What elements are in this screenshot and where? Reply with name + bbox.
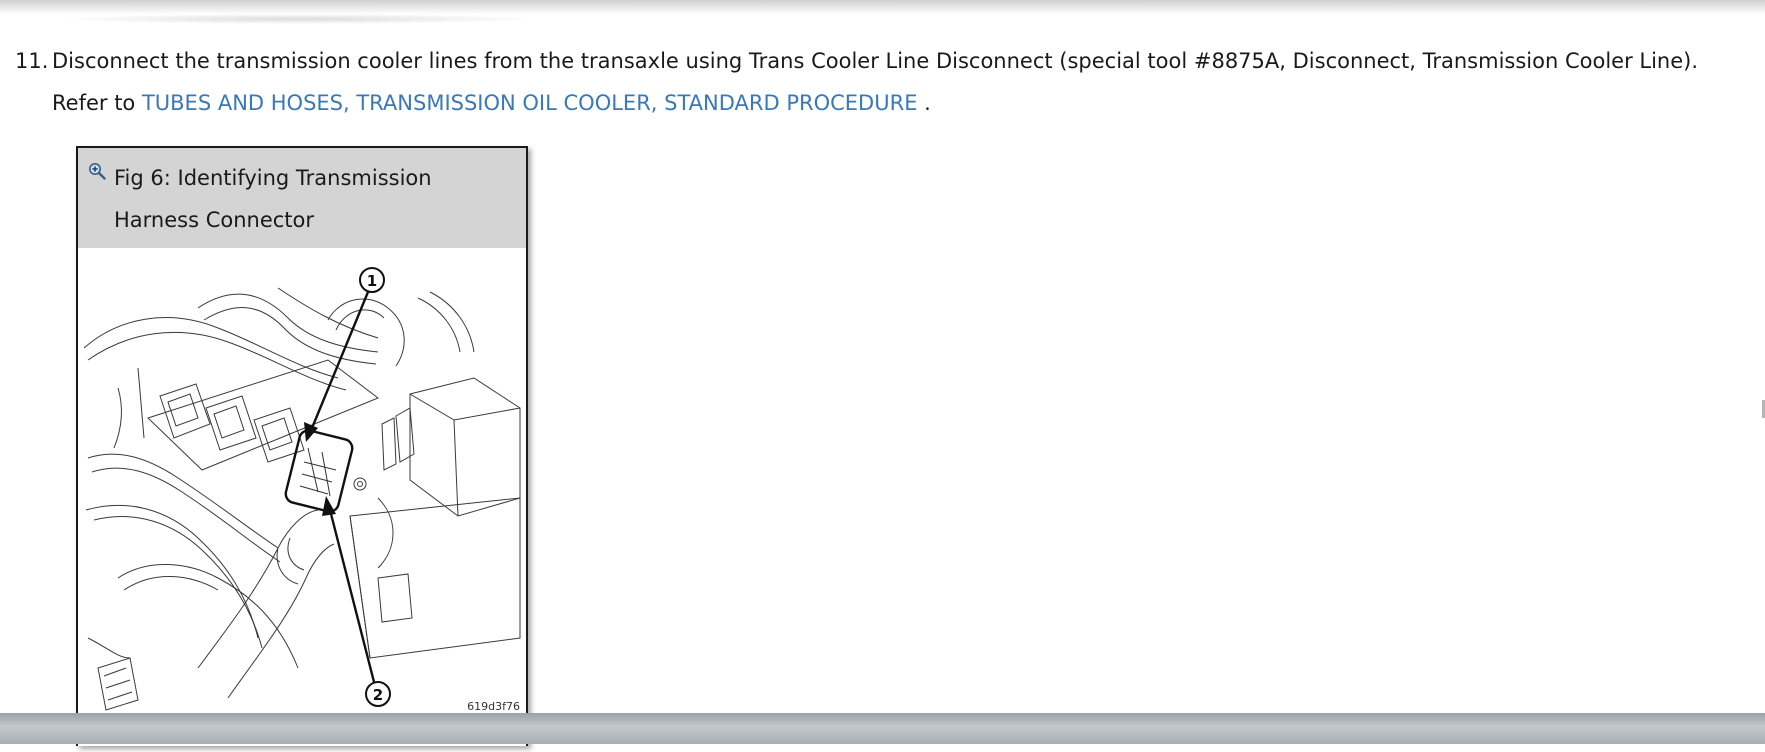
- figure-caption: Fig 6: Identifying Transmission Harness …: [114, 166, 432, 232]
- step-text: Disconnect the transmission cooler lines…: [52, 40, 1715, 124]
- figure-image[interactable]: 1 2 619d3f76: [78, 248, 526, 748]
- previous-figure-edge: [64, 14, 534, 24]
- step-number: 11.: [15, 49, 49, 73]
- transmission-harness-line-drawing: 1 2: [83, 267, 521, 711]
- step-text-after: .: [917, 91, 931, 115]
- figure-image-code: 619d3f76: [467, 700, 520, 713]
- figure-box: Fig 6: Identifying Transmission Harness …: [76, 146, 528, 746]
- procedure-link[interactable]: TUBES AND HOSES, TRANSMISSION OIL COOLER…: [142, 91, 918, 115]
- callout-2-label: 2: [373, 686, 383, 704]
- callout-1: 1: [304, 267, 385, 442]
- figure-header: Fig 6: Identifying Transmission Harness …: [78, 148, 526, 248]
- magnifier-plus-icon[interactable]: [88, 162, 106, 180]
- top-shadow: [0, 0, 1765, 14]
- bottom-toolbar-bar: [0, 713, 1765, 744]
- callout-1-label: 1: [367, 272, 377, 290]
